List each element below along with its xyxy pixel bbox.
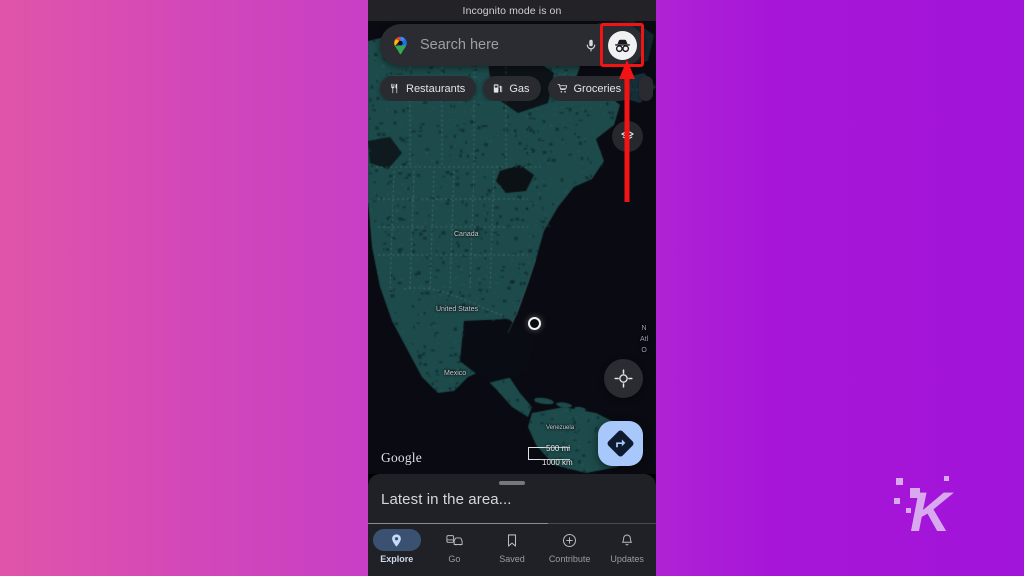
nav-icon-pill	[603, 529, 651, 551]
nav-icon-pill	[546, 529, 594, 551]
annotation-arrow	[619, 60, 635, 202]
bottom-sheet[interactable]: Latest in the area...	[368, 474, 656, 524]
chip-gas[interactable]: Gas	[483, 76, 540, 101]
my-location-crosshair-icon	[614, 369, 633, 388]
nav-item-saved[interactable]: Saved	[483, 529, 541, 564]
nav-item-explore[interactable]: Explore	[368, 529, 426, 564]
nav-label: Go	[448, 554, 460, 564]
phone-screenshot: Incognito mode is on Canada United State…	[368, 0, 656, 576]
search-bar-container: Search here	[368, 24, 656, 66]
nav-icon-pill	[488, 529, 536, 551]
google-attribution-logo: Google	[381, 450, 422, 466]
google-maps-pin-icon	[390, 35, 411, 56]
restaurant-fork-knife-icon	[389, 83, 400, 94]
search-bar[interactable]: Search here	[380, 24, 644, 66]
directions-fab-button[interactable]	[598, 421, 643, 466]
nav-label: Contribute	[549, 554, 591, 564]
incognito-avatar-icon	[612, 35, 633, 56]
nav-icon-pill	[430, 529, 478, 551]
chip-label: Groceries	[574, 83, 622, 95]
current-location-dot	[528, 317, 541, 330]
bottom-navigation-bar[interactable]: Explore Go Saved Contribute Updates	[368, 524, 656, 576]
sheet-title: Latest in the area...	[381, 491, 512, 508]
voice-search-button[interactable]	[580, 37, 602, 54]
nav-label: Updates	[610, 554, 644, 564]
location-pin-icon	[389, 533, 404, 548]
nav-label: Saved	[499, 554, 525, 564]
bookmark-icon	[505, 533, 519, 548]
knowtechie-watermark-logo: K	[892, 468, 962, 538]
chip-overflow[interactable]	[639, 76, 653, 101]
nav-item-contribute[interactable]: Contribute	[541, 529, 599, 564]
shopping-cart-icon	[557, 83, 568, 94]
bell-icon	[620, 533, 634, 548]
directions-arrow-icon	[607, 430, 634, 457]
plus-circle-icon	[562, 533, 577, 548]
search-input-placeholder[interactable]: Search here	[420, 37, 580, 53]
nav-icon-pill	[373, 529, 421, 551]
sheet-drag-handle[interactable]	[499, 481, 525, 485]
microphone-icon	[584, 37, 598, 54]
chip-label: Gas	[509, 83, 529, 95]
scale-miles: 500 mi	[546, 444, 570, 453]
incognito-mode-banner: Incognito mode is on	[368, 0, 656, 21]
nav-item-go[interactable]: Go	[426, 529, 484, 564]
logo-letter: K	[910, 486, 948, 538]
gas-pump-icon	[492, 83, 503, 94]
commute-car-bus-icon	[446, 533, 463, 548]
nav-item-updates[interactable]: Updates	[598, 529, 656, 564]
incognito-avatar-button[interactable]	[608, 31, 637, 60]
logo-pixel	[894, 498, 900, 504]
map-scale-bar: 500 mi 1000 km	[528, 447, 590, 460]
chip-restaurants[interactable]: Restaurants	[380, 76, 476, 101]
category-chip-row[interactable]: Restaurants Gas Groceries	[368, 76, 656, 101]
logo-pixel	[896, 478, 903, 485]
my-location-button[interactable]	[604, 359, 643, 398]
nav-label: Explore	[380, 554, 413, 564]
chip-label: Restaurants	[406, 83, 465, 95]
scale-kilometers: 1000 km	[542, 458, 573, 467]
